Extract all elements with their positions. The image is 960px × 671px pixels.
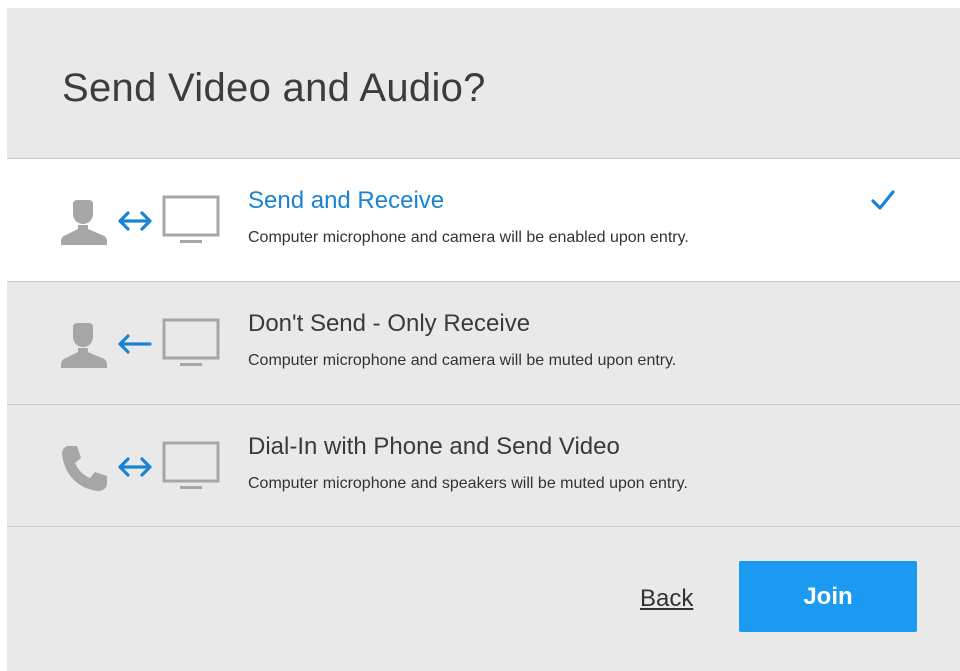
join-button[interactable]: Join bbox=[739, 561, 917, 632]
option-description: Computer microphone and camera will be e… bbox=[248, 229, 689, 246]
option-description: Computer microphone and camera will be m… bbox=[248, 352, 677, 369]
monitor-icon bbox=[162, 441, 220, 489]
option-title: Send and Receive bbox=[248, 187, 445, 214]
phone-icon bbox=[62, 446, 107, 491]
option-icons bbox=[59, 441, 224, 493]
option-send-and-receive[interactable]: Send and Receive Computer microphone and… bbox=[7, 158, 960, 281]
person-icon bbox=[60, 323, 108, 368]
option-dont-send-only-receive[interactable]: Don't Send - Only Receive Computer micro… bbox=[7, 281, 960, 404]
option-icons bbox=[59, 318, 224, 370]
option-title: Dial-In with Phone and Send Video bbox=[248, 433, 620, 460]
back-link[interactable]: Back bbox=[640, 585, 693, 613]
monitor-icon bbox=[162, 195, 220, 243]
option-title: Don't Send - Only Receive bbox=[248, 310, 531, 337]
person-icon bbox=[60, 200, 108, 245]
send-video-audio-dialog: Send Video and Audio? Send and Receive C… bbox=[7, 8, 960, 671]
checkmark-icon bbox=[871, 190, 895, 210]
option-dial-in-phone-send-video[interactable]: Dial-In with Phone and Send Video Comput… bbox=[7, 404, 960, 527]
bidirectional-arrow-icon bbox=[118, 457, 152, 477]
dialog-title: Send Video and Audio? bbox=[62, 66, 486, 110]
option-icons bbox=[59, 195, 224, 247]
bidirectional-arrow-icon bbox=[118, 211, 152, 231]
dialog-footer: Back Join bbox=[7, 527, 960, 668]
option-description: Computer microphone and speakers will be… bbox=[248, 475, 688, 492]
monitor-icon bbox=[162, 318, 220, 366]
left-arrow-icon bbox=[118, 334, 152, 354]
